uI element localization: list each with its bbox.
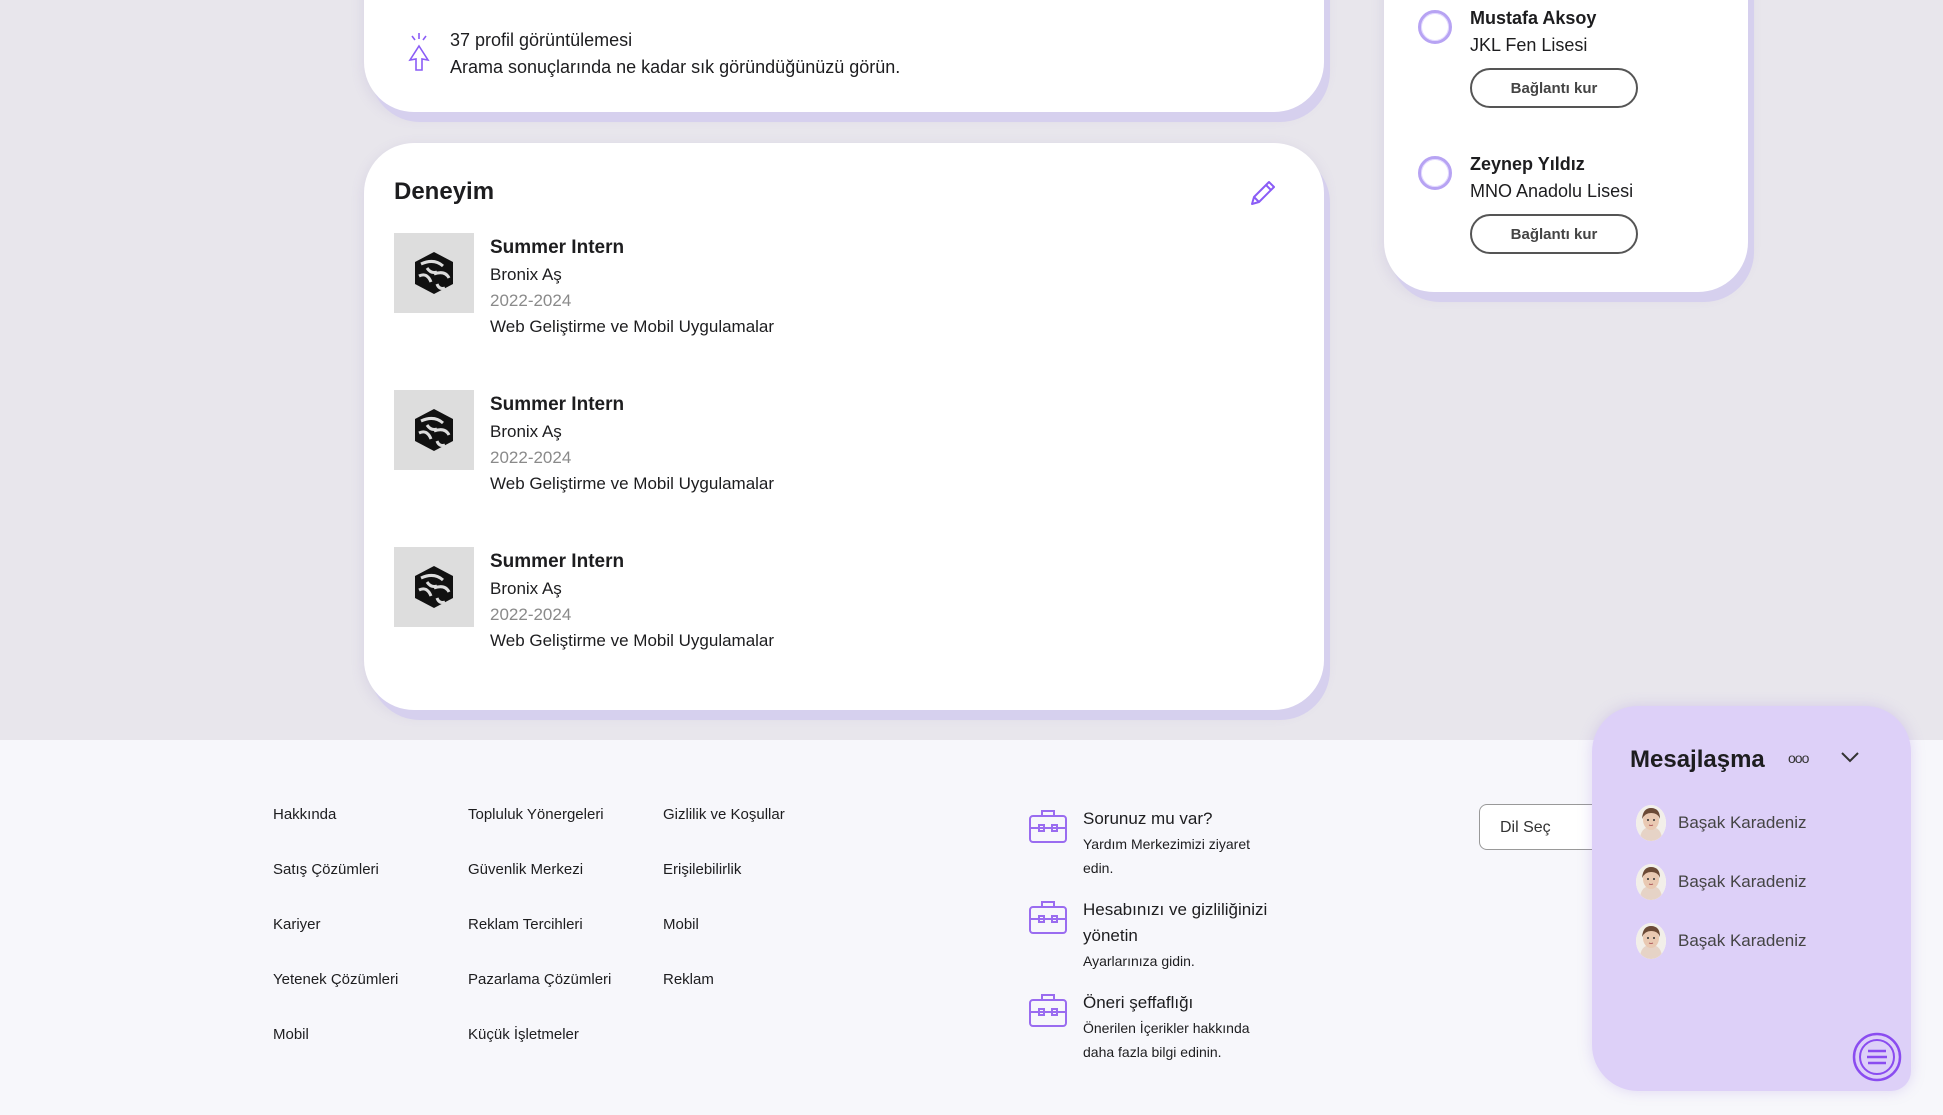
experience-card: Deneyim Summer Intern Bronix Aş 2022-2024 W… (364, 143, 1324, 710)
experience-dates: 2022-2024 (490, 448, 572, 467)
chevron-down-icon[interactable] (1840, 750, 1860, 764)
help-desc: Yardım Merkezimizi ziyaret edin. (1083, 836, 1250, 876)
experience-company: Bronix Aş (490, 265, 562, 284)
help-title: Sorunuz mu var? (1083, 809, 1213, 828)
person-school: MNO Anadolu Lisesi (1470, 181, 1634, 201)
company-logo (394, 233, 474, 313)
connect-button[interactable]: Bağlantı kur (1470, 68, 1638, 108)
footer-link[interactable]: Reklam Tercihleri (468, 916, 611, 971)
footer-links-col-2: Topluluk Yönergeleri Güvenlik Merkezi Re… (468, 806, 611, 1081)
experience-item[interactable]: Summer Intern Bronix Aş 2022-2024 Web Geliş… (394, 547, 774, 651)
help-desc: Önerilen İçerikler hakkında daha fazla b… (1083, 1020, 1250, 1060)
experience-title: Deneyim (394, 178, 495, 205)
contact-name: Başak Karadeniz (1678, 872, 1807, 891)
company-logo (394, 390, 474, 470)
briefcase-icon (1029, 901, 1067, 934)
footer-link[interactable]: Topluluk Yönergeleri (468, 806, 611, 861)
menu-icon[interactable] (1852, 1032, 1902, 1082)
experience-item[interactable]: Summer Intern Bronix Aş 2022-2024 Web Geliş… (394, 390, 774, 494)
messaging-panel: Mesajlaşma ooo Başak Karadeniz Başak Kara… (1592, 706, 1911, 1091)
experience-item[interactable]: Summer Intern Bronix Aş 2022-2024 Web Geliş… (394, 233, 774, 337)
experience-desc: Web Geliştirme ve Mobil Uygulamalar (490, 631, 775, 650)
help-title: Öneri şeffaflığı (1083, 993, 1194, 1012)
footer-link[interactable]: Pazarlama Çözümleri (468, 971, 611, 1026)
footer-link[interactable]: Yetenek Çözümleri (273, 971, 398, 1026)
experience-desc: Web Geliştirme ve Mobil Uygulamalar (490, 474, 775, 493)
person-name[interactable]: Zeynep Yıldız (1470, 154, 1585, 175)
footer-link[interactable]: Kariyer (273, 916, 398, 971)
connect-button[interactable]: Bağlantı kur (1470, 214, 1638, 254)
avatar (1636, 805, 1666, 841)
experience-role: Summer Intern (490, 394, 625, 415)
footer-link[interactable]: Gizlilik ve Koşullar (663, 806, 785, 861)
message-contact[interactable]: Başak Karadeniz (1636, 923, 1807, 959)
help-item[interactable]: Sorunuz mu var? Yardım Merkezimizi ziyar… (1027, 806, 1283, 880)
messaging-title[interactable]: Mesajlaşma (1630, 746, 1765, 774)
company-logo (394, 547, 474, 627)
experience-company: Bronix Aş (490, 422, 562, 441)
profile-views-count: 37 profil görüntülemesi (450, 30, 633, 50)
help-title: Hesabınızı ve gizliliğinizi yönetin (1083, 900, 1268, 945)
pencil-edit-icon[interactable] (1246, 176, 1280, 210)
footer-link[interactable]: Reklam (663, 971, 785, 1026)
footer-link[interactable]: Erişilebilirlik (663, 861, 785, 916)
avatar (1636, 923, 1666, 959)
experience-role: Summer Intern (490, 551, 625, 572)
experience-desc: Web Geliştirme ve Mobil Uygulamalar (490, 317, 775, 336)
cursor-icon (408, 33, 430, 71)
footer-links-col-3: Gizlilik ve Koşullar Erişilebilirlik Mob… (663, 806, 785, 1026)
message-contact[interactable]: Başak Karadeniz (1636, 805, 1807, 841)
help-desc: Ayarlarınıza gidin. (1083, 953, 1195, 969)
person-name[interactable]: Mustafa Aksoy (1470, 8, 1596, 29)
contact-name: Başak Karadeniz (1678, 813, 1807, 832)
experience-company: Bronix Aş (490, 579, 562, 598)
footer-link[interactable]: Mobil (273, 1026, 398, 1081)
contact-name: Başak Karadeniz (1678, 931, 1807, 950)
footer-link[interactable]: Güvenlik Merkezi (468, 861, 611, 916)
briefcase-icon (1029, 810, 1067, 843)
help-item[interactable]: Öneri şeffaflığı Önerilen İçerikler hakk… (1027, 990, 1283, 1064)
footer-links-col-1: Hakkında Satış Çözümleri Kariyer Yetenek… (273, 806, 398, 1081)
experience-dates: 2022-2024 (490, 605, 572, 624)
avatar[interactable] (1418, 10, 1452, 44)
footer-link[interactable]: Satış Çözümleri (273, 861, 398, 916)
profile-views-desc: Arama sonuçlarında ne kadar sık göründüğ… (450, 57, 901, 77)
experience-dates: 2022-2024 (490, 291, 572, 310)
suggested-connections-card: Mustafa Aksoy JKL Fen Lisesi Bağlantı ku… (1384, 0, 1748, 292)
avatar (1636, 864, 1666, 900)
message-contact[interactable]: Başak Karadeniz (1636, 864, 1807, 900)
person-school: JKL Fen Lisesi (1470, 35, 1588, 55)
experience-role: Summer Intern (490, 237, 625, 258)
briefcase-icon (1029, 994, 1067, 1027)
help-item[interactable]: Hesabınızı ve gizliliğinizi yönetin Ayar… (1027, 897, 1293, 973)
profile-stats-card: 37 profil görüntülemesi Arama sonuçların… (364, 0, 1324, 112)
footer-link[interactable]: Küçük İşletmeler (468, 1026, 611, 1081)
more-options-icon[interactable]: ooo (1788, 750, 1809, 766)
footer-link[interactable]: Mobil (663, 916, 785, 971)
avatar[interactable] (1418, 156, 1452, 190)
profile-views-row[interactable]: 37 profil görüntülemesi Arama sonuçların… (404, 30, 900, 78)
footer-link[interactable]: Hakkında (273, 806, 398, 861)
